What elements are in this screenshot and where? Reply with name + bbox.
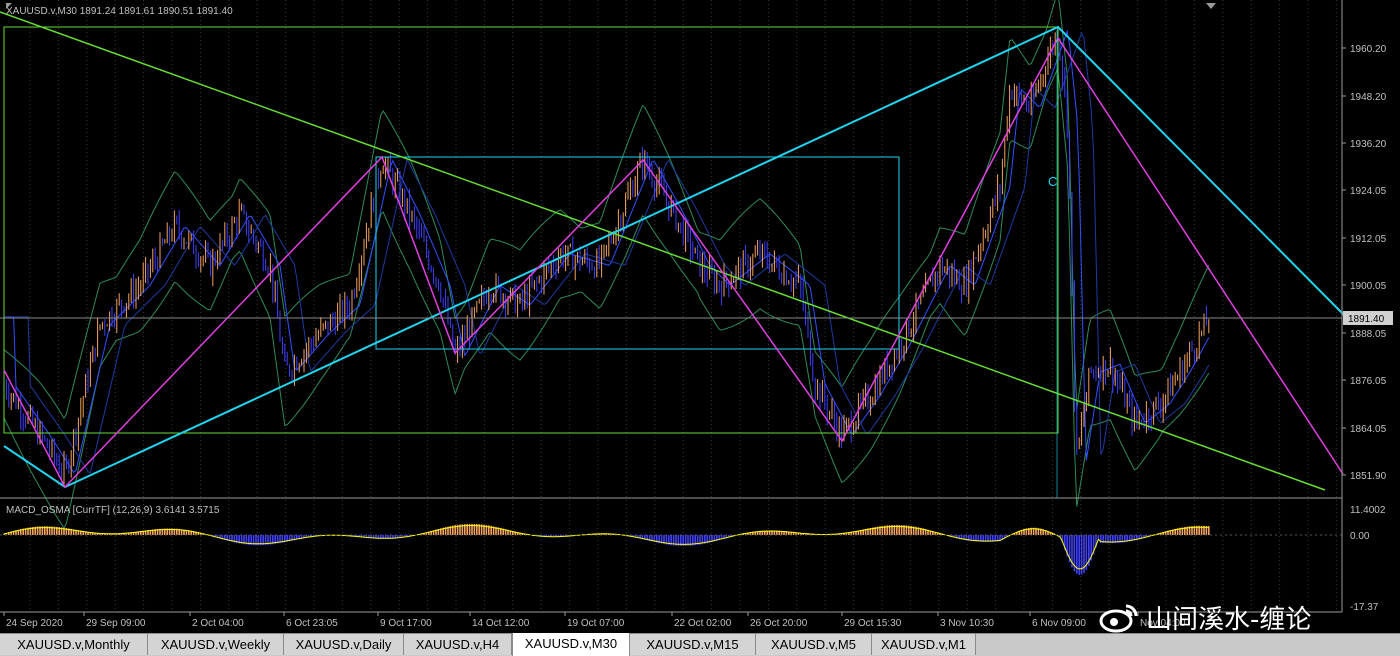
indicator-info: MACD_OSMA [CurrTF] (12,26,9) 3.6141 3.57… [6,505,220,516]
time-tick-label: 29 Oct 15:30 [844,618,902,629]
tab-m15[interactable]: XAUUSD.v,M15 [630,634,756,655]
time-tick-label: 26 Oct 20:00 [750,618,808,629]
tab-daily[interactable]: XAUUSD.v,Daily [284,634,404,655]
tab-h4[interactable]: XAUUSD.v,H4 [404,634,512,655]
time-tick-label: 14 Oct 12:00 [472,618,530,629]
current-price-label: 1891.40 [1348,314,1385,325]
time-tick-label: 19 Oct 07:00 [567,618,625,629]
time-tick-label: 29 Sep 09:00 [86,618,146,629]
macd-tick-label: -17.37 [1350,602,1379,613]
watermark: 山间溪水-缠论 [1098,597,1311,637]
wave-label: C [1048,174,1057,189]
price-tick-label: 1876.05 [1350,376,1387,387]
price-tick-label: 1900.05 [1350,281,1387,292]
price-tick-label: 1851.90 [1350,471,1387,482]
price-tick-label: 1936.20 [1350,139,1387,150]
time-tick-label: 6 Nov 09:00 [1032,618,1086,629]
price-tick-label: 1912.05 [1350,234,1387,245]
time-tick-label: 3 Nov 10:30 [940,618,994,629]
time-tick-label: 2 Oct 04:00 [192,618,244,629]
price-tick-label: 1924.05 [1350,186,1387,197]
tab-m1[interactable]: XAUUSD.v,M1 [872,634,976,655]
price-tick-label: 1948.20 [1350,92,1387,103]
tab-m30[interactable]: XAUUSD.v,M30 [512,633,630,656]
price-tick-label: 1864.05 [1350,424,1387,435]
time-tick-label: 6 Oct 23:05 [286,618,338,629]
watermark-text: 山间溪水-缠论 [1146,604,1312,635]
macd-tick-label: 0.00 [1350,531,1370,542]
chart-area[interactable]: 1891.40 XAUUSD.v,M30 1891.24 1891.61 189… [0,0,1400,633]
weibo-logo-icon [1099,604,1138,633]
macd-tick-label: 11.4002 [1350,505,1386,516]
symbol-info: XAUUSD.v,M30 1891.24 1891.61 1890.51 189… [6,6,233,17]
tab-monthly[interactable]: XAUUSD.v,Monthly [0,634,148,655]
time-tick-label: 24 Sep 2020 [6,618,63,629]
chart-tab-bar: XAUUSD.v,Monthly XAUUSD.v,Weekly XAUUSD.v,… [0,633,1400,656]
time-tick-label: 9 Oct 17:00 [380,618,432,629]
price-tick-label: 1888.05 [1350,329,1387,340]
time-tick-label: 22 Oct 02:00 [674,618,732,629]
price-tick-label: 1960.20 [1350,44,1387,55]
tab-m5[interactable]: XAUUSD.v,M5 [756,634,872,655]
tab-weekly[interactable]: XAUUSD.v,Weekly [148,634,284,655]
